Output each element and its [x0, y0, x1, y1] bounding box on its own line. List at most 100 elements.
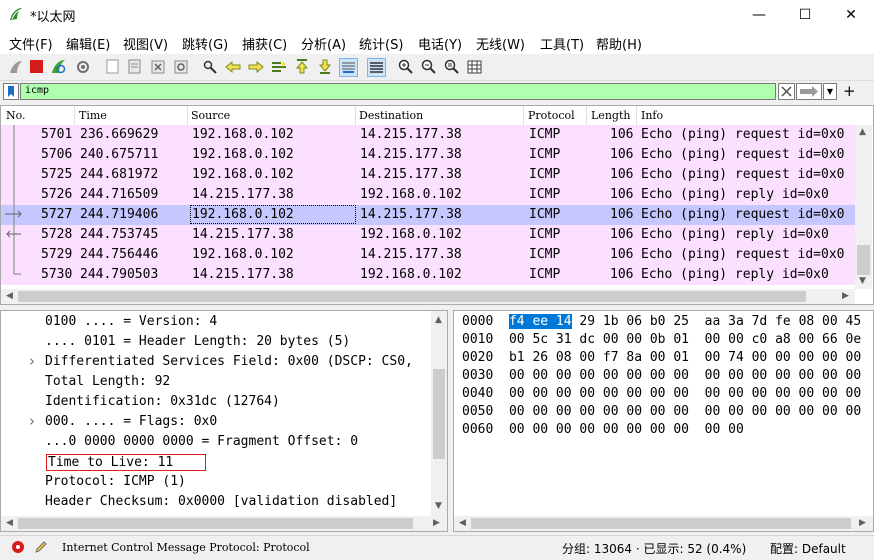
add-filter-button-plus-icon[interactable]: + [843, 82, 856, 100]
find-packet-magnifier-icon[interactable] [201, 58, 218, 75]
clear-filter-icon[interactable] [778, 83, 795, 100]
apply-filter-arrow-icon[interactable] [796, 83, 822, 100]
go-back-arrow-icon[interactable] [224, 58, 241, 75]
menu-view[interactable]: 视图(V) [123, 34, 168, 53]
detail-line[interactable]: 000. .... = Flags: 0x0 [45, 414, 217, 429]
zoom-normal-icon[interactable] [443, 58, 460, 75]
packet-row[interactable]: 5728 244.753745 14.215.177.38 192.168.0.102… [1, 225, 855, 245]
hex-dump-line[interactable]: 0050 00 00 00 00 00 00 00 00 00 00 00 00… [462, 404, 861, 419]
expand-chevron-right-icon[interactable]: › [29, 352, 35, 370]
go-first-packet-icon[interactable] [293, 58, 310, 75]
capture-comment-icon[interactable] [34, 540, 48, 554]
scroll-right-icon[interactable]: ▶ [433, 518, 440, 528]
scroll-thumb[interactable] [471, 518, 851, 529]
maximize-button[interactable]: ☐ [782, 0, 828, 29]
hex-dump-line[interactable]: 0060 00 00 00 00 00 00 00 00 00 00 [462, 422, 744, 437]
zoom-in-icon[interactable] [397, 58, 414, 75]
hex-dump-line[interactable]: 0030 00 00 00 00 00 00 00 00 00 00 00 00… [462, 368, 861, 383]
capture-options-gear-icon[interactable] [74, 58, 91, 75]
zoom-out-icon[interactable] [420, 58, 437, 75]
col-destination[interactable]: Destination [359, 109, 423, 122]
restart-capture-icon[interactable] [50, 58, 67, 75]
scroll-thumb[interactable] [18, 291, 806, 302]
packet-row-selected[interactable]: 5727 244.719406 192.168.0.102 14.215.177.38… [1, 205, 855, 225]
col-time[interactable]: Time [79, 109, 107, 122]
detail-line[interactable]: Total Length: 92 [45, 374, 170, 389]
scroll-thumb[interactable] [857, 245, 870, 275]
detail-line[interactable]: Header Checksum: 0x0000 [validation disa… [45, 494, 397, 509]
detail-line[interactable]: Differentiated Services Field: 0x00 (DSC… [45, 354, 413, 369]
detail-line[interactable]: .... 0101 = Header Length: 20 bytes (5) [45, 334, 350, 349]
hex-bytes-highlighted[interactable]: f4 ee 14 [508, 314, 572, 329]
packet-list-vertical-scrollbar[interactable]: ▲ ▼ [855, 125, 872, 289]
detail-line[interactable]: ...0 0000 0000 0000 = Fragment Offset: 0 [45, 434, 358, 449]
packet-row[interactable]: 5725 244.681972 192.168.0.102 14.215.177.38… [1, 165, 855, 185]
hex-dump-line[interactable]: 0020 b1 26 08 00 f7 8a 00 01 00 74 00 00… [462, 350, 861, 365]
expert-info-status-icon[interactable] [11, 540, 25, 554]
details-horizontal-scrollbar[interactable]: ◀ ▶ [1, 516, 447, 531]
filter-history-chevron-down-icon[interactable]: ▼ [823, 83, 837, 100]
display-filter-input[interactable]: icmp [20, 83, 776, 100]
packet-list-horizontal-scrollbar[interactable]: ◀ ▶ [1, 289, 855, 304]
detail-line[interactable]: 0100 .... = Version: 4 [45, 314, 217, 329]
hex-dump-line[interactable]: 0010 00 5c 31 dc 00 00 0b 01 00 00 c0 a8… [462, 332, 861, 347]
scroll-up-icon[interactable]: ▲ [859, 127, 866, 137]
menu-go[interactable]: 跳转(G) [182, 34, 228, 53]
col-length[interactable]: Length [591, 109, 630, 122]
bytes-horizontal-scrollbar[interactable]: ◀ ▶ [454, 516, 873, 531]
detail-line-ttl-highlighted[interactable]: Time to Live: 11 [46, 454, 206, 471]
scroll-right-icon[interactable]: ▶ [859, 518, 866, 528]
start-capture-fin-icon[interactable] [7, 58, 24, 75]
menu-telephony[interactable]: 电话(Y) [418, 34, 462, 53]
menu-help[interactable]: 帮助(H) [596, 34, 642, 53]
minimize-button[interactable]: — [736, 0, 782, 29]
col-protocol[interactable]: Protocol [528, 109, 575, 122]
packet-cell-dst: 192.168.0.102 [360, 227, 462, 242]
reload-file-icon[interactable] [172, 58, 189, 75]
detail-line[interactable]: Protocol: ICMP (1) [45, 474, 186, 489]
scroll-left-icon[interactable]: ◀ [6, 291, 13, 301]
auto-scroll-icon[interactable] [339, 58, 358, 77]
expand-chevron-right-icon[interactable]: › [29, 412, 35, 430]
col-source[interactable]: Source [191, 109, 230, 122]
scroll-down-icon[interactable]: ▼ [859, 276, 866, 286]
menu-wireless[interactable]: 无线(W) [476, 34, 525, 53]
filter-bookmark-icon[interactable] [3, 83, 19, 100]
go-to-packet-icon[interactable] [270, 58, 287, 75]
scroll-thumb[interactable] [433, 369, 445, 459]
menu-edit[interactable]: 编辑(E) [66, 34, 110, 53]
col-info[interactable]: Info [641, 109, 663, 122]
hex-dump-line[interactable]: 0040 00 00 00 00 00 00 00 00 00 00 00 00… [462, 386, 861, 401]
hex-dump-line[interactable]: 0000 f4 ee 14 29 1b 06 b0 25 aa 3a 7d fe… [462, 314, 861, 329]
scroll-right-icon[interactable]: ▶ [842, 291, 849, 301]
packet-row[interactable]: 5730 244.790503 14.215.177.38 192.168.0.102… [1, 265, 855, 285]
scroll-left-icon[interactable]: ◀ [6, 518, 13, 528]
scroll-down-icon[interactable]: ▼ [435, 501, 442, 511]
go-forward-arrow-icon[interactable] [247, 58, 264, 75]
details-vertical-scrollbar[interactable]: ▲ ▼ [431, 311, 447, 516]
colorize-list-icon[interactable] [367, 58, 386, 77]
scroll-up-icon[interactable]: ▲ [435, 315, 442, 325]
packet-cell-dst: 14.215.177.38 [360, 147, 462, 162]
packet-row[interactable]: 5729 244.756446 192.168.0.102 14.215.177.38… [1, 245, 855, 265]
scroll-thumb[interactable] [18, 518, 413, 529]
close-button[interactable]: ✕ [828, 0, 874, 29]
menu-capture[interactable]: 捕获(C) [242, 34, 287, 53]
menu-file[interactable]: 文件(F) [9, 34, 53, 53]
menu-statistics[interactable]: 统计(S) [359, 34, 403, 53]
packet-row[interactable]: 5706 240.675711 192.168.0.102 14.215.177.38… [1, 145, 855, 165]
menu-tools[interactable]: 工具(T) [540, 34, 584, 53]
stop-capture-icon[interactable] [28, 58, 45, 75]
detail-line[interactable]: Identification: 0x31dc (12764) [45, 394, 280, 409]
col-no[interactable]: No. [6, 109, 26, 122]
close-file-icon[interactable] [149, 58, 166, 75]
save-file-icon[interactable] [126, 58, 143, 75]
status-profile[interactable]: 配置: Default [770, 540, 846, 557]
scroll-left-icon[interactable]: ◀ [459, 518, 466, 528]
packet-row[interactable]: 5726 244.716509 14.215.177.38 192.168.0.102… [1, 185, 855, 205]
packet-row[interactable]: 5701 236.669629 192.168.0.102 14.215.177.38… [1, 125, 855, 145]
resize-columns-icon[interactable] [466, 58, 483, 75]
go-last-packet-icon[interactable] [316, 58, 333, 75]
open-file-icon[interactable] [104, 58, 121, 75]
menu-analyze[interactable]: 分析(A) [301, 34, 346, 53]
